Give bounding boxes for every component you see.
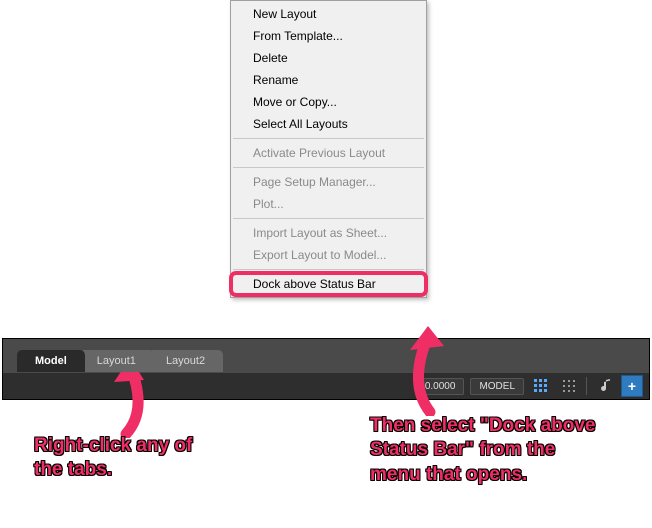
layout-status-panel: Model Layout1 Layout2 0.0000 MODEL — [2, 338, 650, 400]
menu-item-plot: Plot... — [231, 193, 426, 215]
annotation-text-left: Right-click any of the tabs. — [34, 434, 214, 483]
tab-label: Model — [35, 355, 67, 367]
snap-mode-icon[interactable] — [558, 375, 580, 397]
status-coordinate-readout: 0.0000 — [416, 378, 465, 395]
plus-icon[interactable]: + — [621, 375, 643, 397]
status-bar: 0.0000 MODEL — [3, 373, 649, 399]
tab-label: Layout2 — [166, 355, 205, 367]
menu-item-dock-above-status-bar[interactable]: Dock above Status Bar — [231, 273, 426, 295]
tab-layout2[interactable]: Layout2 — [148, 350, 223, 372]
annotation-text-right: Then select "Dock above Status Bar" from… — [370, 414, 600, 487]
tab-label: Layout1 — [97, 355, 136, 367]
status-space-button[interactable]: MODEL — [470, 378, 524, 395]
menu-item-delete[interactable]: Delete — [231, 47, 426, 69]
tab-model[interactable]: Model — [17, 350, 85, 372]
menu-separator — [233, 167, 424, 168]
status-separator — [586, 377, 587, 395]
menu-item-select-all-layouts[interactable]: Select All Layouts — [231, 113, 426, 135]
tab-layout1[interactable]: Layout1 — [79, 350, 154, 372]
menu-item-import-layout-as-sheet: Import Layout as Sheet... — [231, 222, 426, 244]
menu-separator — [233, 269, 424, 270]
menu-separator — [233, 138, 424, 139]
menu-separator — [233, 218, 424, 219]
menu-item-new-layout[interactable]: New Layout — [231, 3, 426, 25]
music-note-icon[interactable] — [593, 375, 615, 397]
menu-item-move-or-copy[interactable]: Move or Copy... — [231, 91, 426, 113]
menu-item-page-setup-manager: Page Setup Manager... — [231, 171, 426, 193]
menu-item-rename[interactable]: Rename — [231, 69, 426, 91]
menu-item-from-template[interactable]: From Template... — [231, 25, 426, 47]
grid-display-icon[interactable] — [530, 375, 552, 397]
menu-item-activate-previous-layout: Activate Previous Layout — [231, 142, 426, 164]
layout-tab-row: Model Layout1 Layout2 — [3, 339, 649, 373]
menu-item-export-layout-to-model: Export Layout to Model... — [231, 244, 426, 266]
layout-context-menu: New Layout From Template... Delete Renam… — [230, 0, 427, 298]
